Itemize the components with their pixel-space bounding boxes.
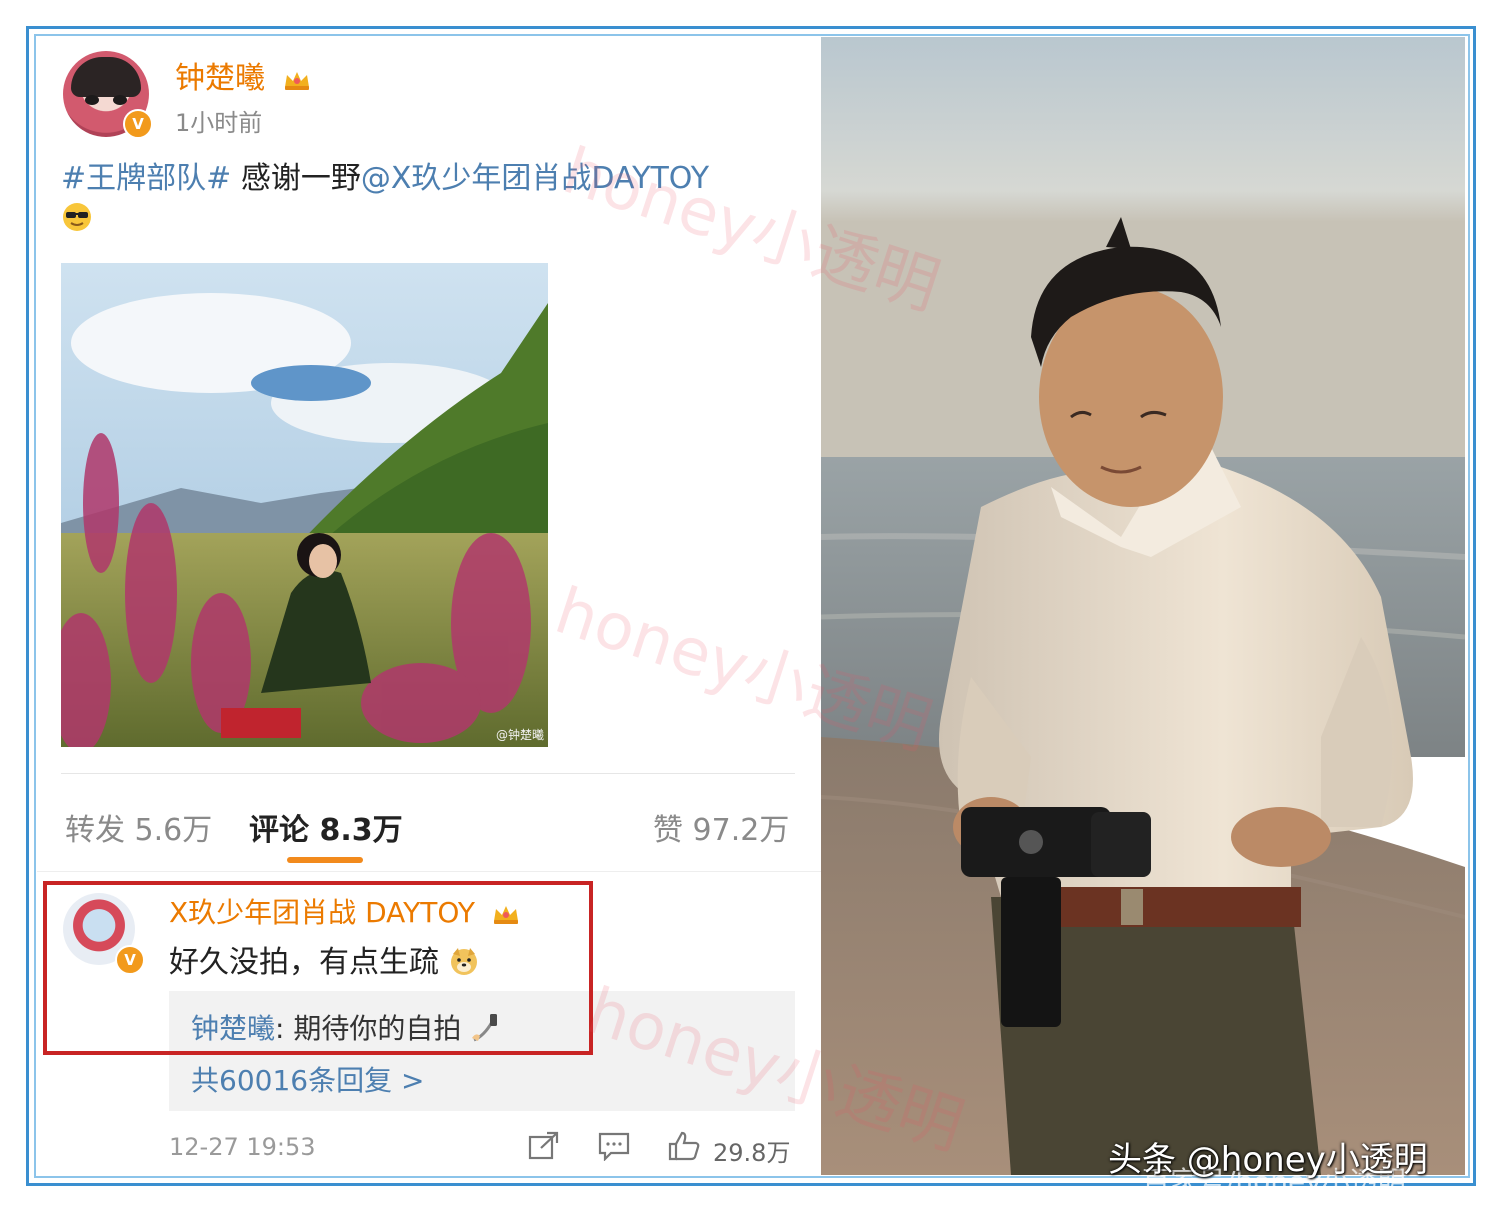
source-watermark: 头条 @honey小透明 bbox=[1108, 1140, 1428, 1180]
beach-photo bbox=[821, 37, 1465, 1175]
view-replies-link[interactable]: 共60016条回复 > bbox=[191, 1059, 424, 1099]
photo-watermark: @钟楚曦 bbox=[495, 728, 544, 742]
verified-badge: V bbox=[123, 109, 153, 139]
thumbs-up-icon[interactable] bbox=[667, 1131, 701, 1161]
comment-like-count: 29.8万 bbox=[713, 1139, 791, 1167]
section-divider bbox=[37, 871, 821, 872]
comment-date: 12-27 19:53 bbox=[169, 1133, 316, 1161]
poster-username[interactable]: 钟楚曦 bbox=[175, 53, 311, 97]
hashtag-link[interactable]: #王牌部队# bbox=[61, 161, 231, 196]
sunglasses-emoji bbox=[63, 203, 91, 231]
crown-icon bbox=[284, 71, 309, 90]
comment-tab[interactable]: 评论 8.3万 bbox=[249, 805, 403, 849]
comment-icon[interactable] bbox=[597, 1131, 631, 1161]
divider bbox=[61, 773, 795, 774]
active-tab-indicator bbox=[287, 857, 363, 863]
repost-tab[interactable]: 转发 5.6万 bbox=[65, 805, 212, 849]
post-body: 感谢一野 bbox=[231, 161, 361, 196]
poster-username-text: 钟楚曦 bbox=[175, 61, 265, 96]
post-time: 1小时前 bbox=[175, 109, 263, 137]
share-icon[interactable] bbox=[527, 1131, 561, 1161]
highlight-box bbox=[43, 881, 593, 1055]
like-tab[interactable]: 赞 97.2万 bbox=[653, 805, 789, 849]
post-photo[interactable]: @钟楚曦 bbox=[61, 263, 548, 747]
